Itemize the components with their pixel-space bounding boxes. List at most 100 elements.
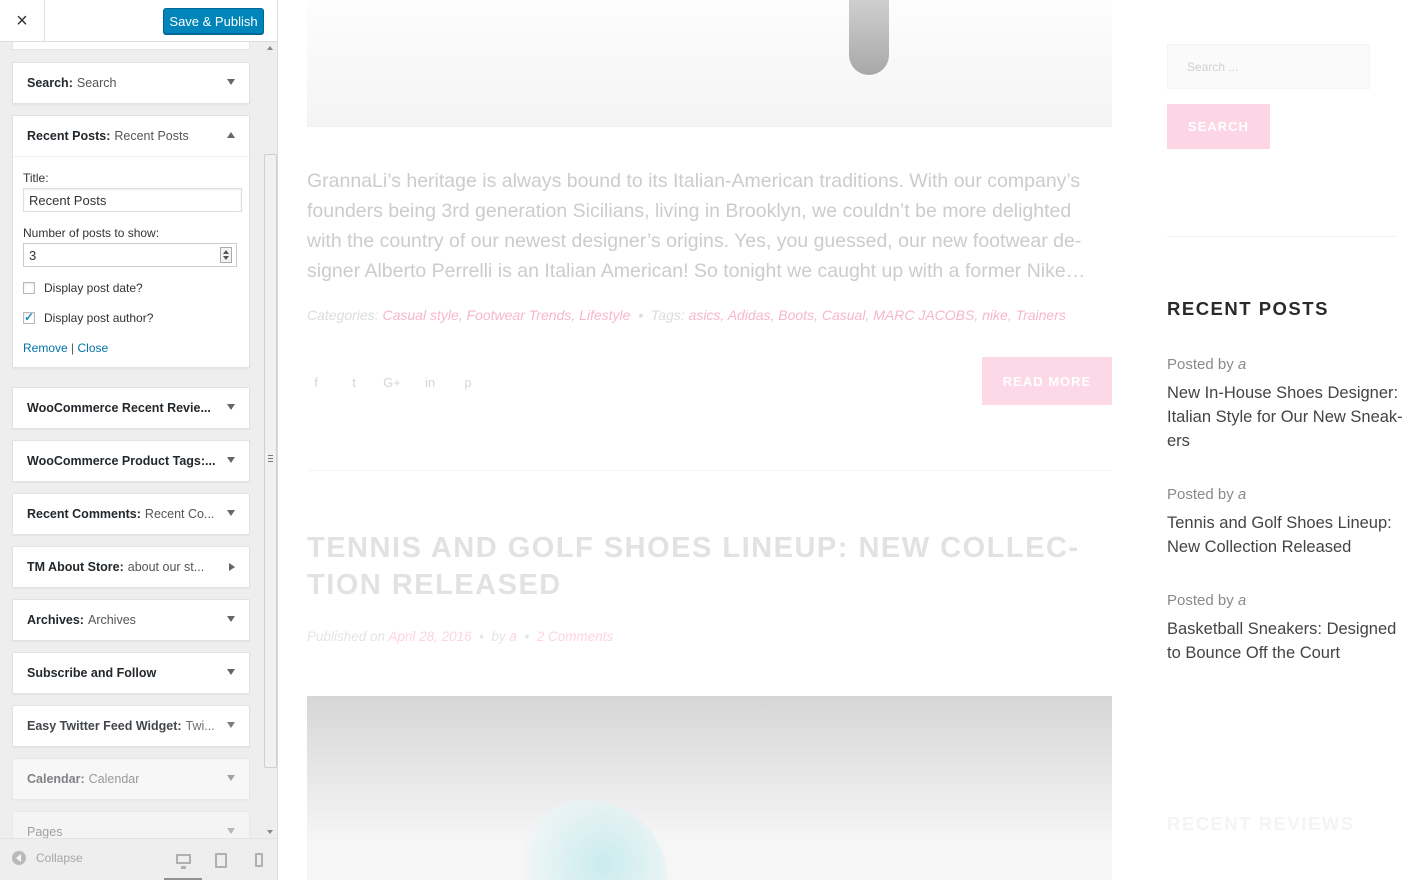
widget-type: Calendar: — [27, 772, 85, 786]
posted-by: Posted by a — [1167, 592, 1407, 609]
close-icon[interactable]: × — [0, 0, 45, 42]
desktop-preview-button[interactable] — [164, 839, 202, 880]
chevron-down-icon[interactable] — [227, 669, 235, 675]
display-author-label: Display post author? — [44, 311, 154, 325]
posted-by-label: Posted by — [1167, 592, 1234, 609]
spinner-arrows-icon[interactable] — [220, 247, 232, 263]
chevron-down-icon[interactable] — [227, 457, 235, 463]
post-author[interactable]: a — [1238, 592, 1246, 609]
pinterest-icon[interactable]: p — [459, 375, 477, 390]
chevron-up-icon[interactable] — [227, 132, 235, 138]
widget-recent-posts[interactable]: Recent Posts: Recent Posts Title: Recent… — [12, 115, 250, 368]
widget-title: Recent Posts — [114, 129, 189, 143]
post-date-link[interactable]: April 28, 2016 — [388, 629, 471, 644]
sidebar-search-input[interactable]: Search ... — [1167, 44, 1370, 89]
widget-header[interactable]: TM About Store: about our st... — [13, 547, 249, 587]
recent-post-link[interactable]: Tennis and Golf Shoes Lineup: New Collec… — [1167, 511, 1407, 559]
linkedin-icon[interactable]: in — [421, 375, 439, 390]
widget-header[interactable]: WooCommerce Recent Revie... — [13, 388, 249, 428]
mobile-preview-button[interactable] — [240, 839, 277, 880]
post-featured-image[interactable] — [307, 0, 1112, 127]
posted-by-label: Posted by — [1167, 486, 1234, 503]
chevron-down-icon[interactable] — [227, 828, 235, 834]
widget-header[interactable]: Recent Comments: Recent Co... — [13, 494, 249, 534]
chevron-down-icon[interactable] — [227, 722, 235, 728]
post-title[interactable]: TENNIS AND GOLF SHOES LINEUP: NEW COLLEC… — [307, 530, 1107, 604]
number-posts-input[interactable]: 3 — [23, 243, 237, 267]
tags-label: Tags: — [650, 307, 685, 323]
published-label: Published on — [307, 629, 386, 644]
widget-header[interactable]: Subscribe and Follow — [13, 653, 249, 693]
desktop-icon — [175, 853, 191, 869]
scrollbar-thumb[interactable] — [264, 154, 277, 768]
chevron-down-icon[interactable] — [227, 510, 235, 516]
chevron-right-icon[interactable] — [229, 563, 235, 571]
widget-tm-about-store[interactable]: TM About Store: about our st... — [12, 546, 250, 588]
close-link[interactable]: Close — [78, 341, 109, 355]
widget-header[interactable]: Pages — [13, 812, 249, 838]
widget-header[interactable]: Recent Posts: Recent Posts — [13, 116, 249, 156]
widget-woocommerce-product-tags[interactable]: WooCommerce Product Tags:... — [12, 440, 250, 482]
save-publish-button[interactable]: Save & Publish — [163, 8, 264, 34]
google-plus-icon[interactable]: G+ — [383, 375, 401, 390]
display-date-option[interactable]: Display post date? — [23, 281, 239, 295]
facebook-icon[interactable]: f — [307, 375, 325, 390]
widget-recent-comments[interactable]: Recent Comments: Recent Co... — [12, 493, 250, 535]
chevron-down-icon[interactable] — [227, 404, 235, 410]
post-featured-image[interactable] — [307, 696, 1112, 880]
widget-archives[interactable]: Archives: Archives — [12, 599, 250, 641]
title-input[interactable]: Recent Posts — [23, 188, 242, 212]
collapse-arrow-icon — [12, 851, 26, 865]
post-author[interactable]: a — [1238, 356, 1246, 373]
widget-form: Title: Recent Posts Number of posts to s… — [13, 156, 249, 367]
widget-type: Pages — [27, 825, 63, 838]
display-author-option[interactable]: Display post author? — [23, 310, 239, 325]
display-author-checkbox[interactable] — [23, 310, 35, 324]
chevron-down-icon[interactable] — [227, 775, 235, 781]
widget-subscribe-follow[interactable]: Subscribe and Follow — [12, 652, 250, 694]
collapse-button[interactable]: Collapse — [12, 851, 83, 865]
widget-easy-twitter-feed[interactable]: Easy Twitter Feed Widget: Twi... — [12, 705, 250, 747]
twitter-icon[interactable]: t — [345, 375, 363, 390]
post-author[interactable]: a — [1238, 486, 1246, 503]
panel-scrollbar[interactable] — [263, 42, 277, 838]
widget-type: Search: — [27, 76, 73, 90]
read-more-button[interactable]: READ MORE — [982, 357, 1112, 405]
post-meta: Categories: Casual style, Footwear Trend… — [307, 307, 1066, 323]
widget-header[interactable]: Calendar: Calendar — [13, 759, 249, 799]
sidebar-search-button[interactable]: SEARCH — [1167, 104, 1270, 149]
widget-header[interactable]: Easy Twitter Feed Widget: Twi... — [13, 706, 249, 746]
customizer-header: × Save & Publish — [0, 0, 277, 42]
widget-pages[interactable]: Pages — [12, 811, 250, 838]
tablet-preview-button[interactable] — [202, 839, 240, 880]
widget-header[interactable]: Search: Search — [13, 63, 249, 103]
recent-reviews-heading: RECENT REVIEWS — [1167, 813, 1355, 834]
chevron-down-icon[interactable] — [227, 616, 235, 622]
widget-title: Calendar — [88, 772, 140, 786]
remove-link[interactable]: Remove — [23, 341, 68, 355]
comments-link[interactable]: 2 Comments — [537, 629, 614, 644]
display-date-label: Display post date? — [44, 281, 143, 295]
meta-separator: • — [479, 629, 484, 644]
widget-calendar[interactable]: Calendar: Calendar — [12, 758, 250, 800]
widgets-panel: Search: Search Recent Posts: Recent Post… — [0, 42, 262, 838]
recent-post-link[interactable]: New In-House Shoes Designer: Italian Sty… — [1167, 381, 1407, 453]
widget-search[interactable]: Search: Search — [12, 62, 250, 104]
widget-type: WooCommerce Recent Revie... — [27, 401, 211, 415]
widget-type: Archives: — [27, 613, 84, 627]
author-link[interactable]: a — [509, 629, 517, 644]
widget-header[interactable]: WooCommerce Product Tags:... — [13, 441, 249, 481]
mobile-icon — [255, 853, 263, 867]
display-date-checkbox[interactable] — [23, 282, 35, 294]
chevron-down-icon[interactable] — [227, 79, 235, 85]
post-excerpt: GrannaLi’s heritage is always bound to i… — [307, 170, 1086, 282]
recent-post-link[interactable]: Basketball Sneakers: Designed to Bounce … — [1167, 617, 1407, 665]
categories-label: Categories: — [307, 307, 379, 323]
widget-title: Archives — [87, 613, 136, 627]
scroll-down-icon[interactable] — [267, 830, 273, 834]
categories-links[interactable]: Casual style, Footwear Trends, Lifestyle — [382, 307, 630, 323]
scroll-up-icon[interactable] — [267, 46, 273, 50]
tags-links[interactable]: asics, Adidas, Boots, Casual, MARC JACOB… — [689, 307, 1066, 323]
widget-woocommerce-recent-reviews[interactable]: WooCommerce Recent Revie... — [12, 387, 250, 429]
widget-header[interactable]: Archives: Archives — [13, 600, 249, 640]
